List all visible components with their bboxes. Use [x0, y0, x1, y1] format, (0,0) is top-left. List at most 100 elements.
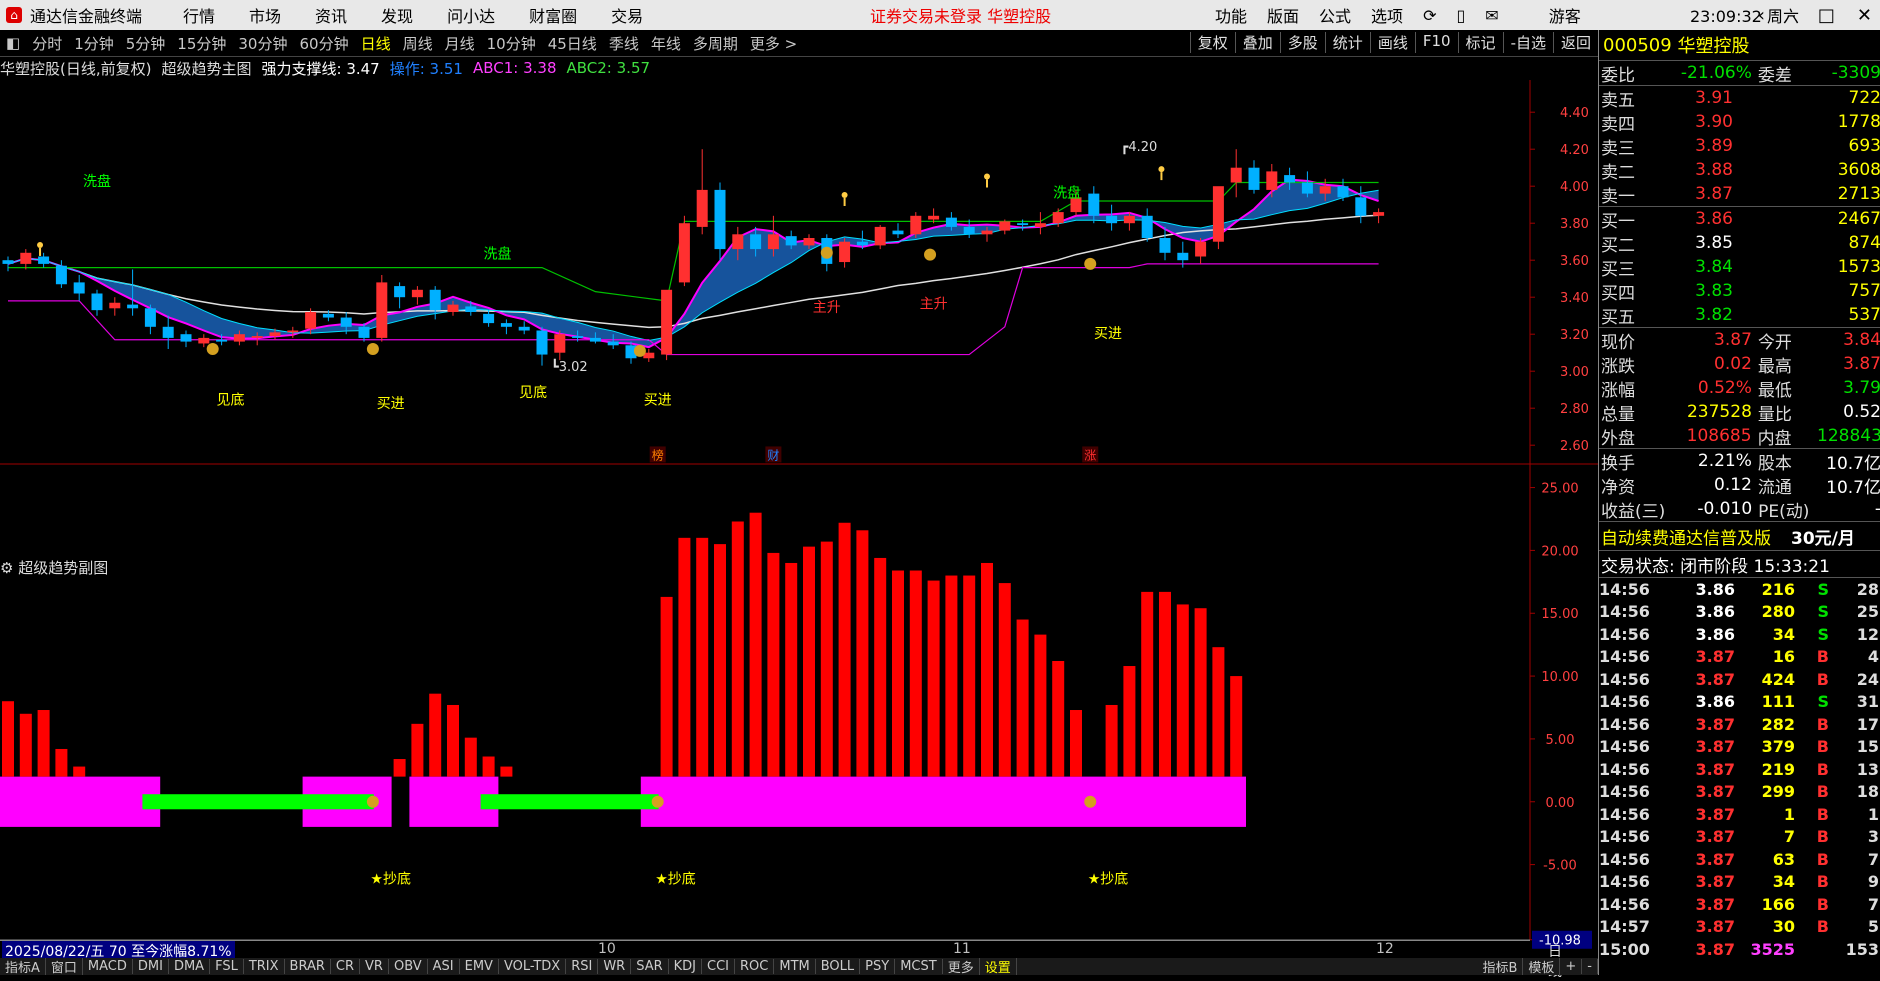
tick-side: S — [1817, 692, 1829, 712]
person-icon — [37, 241, 44, 248]
indicator-tab[interactable]: OBV — [389, 959, 428, 974]
book-row[interactable]: 卖四 3.90 1778 — [1599, 110, 1880, 135]
y-tick-label: 3.40 — [1560, 291, 1589, 306]
draw-button[interactable]: 画线 — [1369, 32, 1415, 53]
menu-options[interactable]: 选项 — [1371, 3, 1403, 27]
menu-item[interactable]: 市场 — [249, 3, 281, 27]
restore-rights-button[interactable]: 复权 — [1189, 32, 1235, 53]
close-icon[interactable]: ✕ — [1857, 5, 1872, 26]
indicator-tab[interactable]: ROC — [735, 959, 775, 974]
indicator-tab[interactable]: CCI — [702, 959, 736, 974]
menu-item[interactable]: 资讯 — [315, 3, 347, 27]
period-tab[interactable]: 1分钟 — [74, 33, 114, 54]
stats-button[interactable]: 统计 — [1324, 32, 1370, 53]
indicator-tab[interactable]: PSY — [860, 959, 896, 974]
indicator-tab[interactable]: VR — [360, 959, 389, 974]
indicator-tab[interactable]: ASI — [428, 959, 460, 974]
indicator-tab[interactable]: MACD — [83, 959, 133, 974]
menu-item[interactable]: 问小达 — [447, 3, 495, 27]
indicator-tab[interactable]: 更多 — [943, 958, 980, 975]
indicator-tab[interactable]: KDJ — [669, 959, 703, 974]
menu-function[interactable]: 功能 — [1215, 3, 1247, 27]
indicator-tab[interactable]: SAR — [631, 959, 669, 974]
period-tab[interactable]: 年线 — [651, 33, 681, 54]
book-row[interactable]: 买二 3.85 874 — [1599, 231, 1880, 256]
multi-stock-button[interactable]: 多股 — [1279, 32, 1325, 53]
candle-body — [1337, 186, 1349, 198]
book-row[interactable]: 卖三 3.89 693 — [1599, 134, 1880, 159]
indicator-tab[interactable]: DMI — [133, 959, 169, 974]
period-tab[interactable]: 分时 — [32, 33, 62, 54]
indicator-tab[interactable]: 模板 — [1523, 958, 1561, 975]
menu-item[interactable]: 交易 — [611, 3, 643, 27]
f10-button[interactable]: F10 — [1414, 32, 1458, 53]
period-tab[interactable]: 60分钟 — [299, 33, 348, 54]
period-tab[interactable]: 15分钟 — [177, 33, 226, 54]
book-row[interactable]: 买三 3.84 1573 — [1599, 255, 1880, 280]
mark-button[interactable]: 标记 — [1457, 32, 1503, 53]
user-label[interactable]: 游客 — [1549, 3, 1581, 27]
period-tab[interactable]: 45日线 — [548, 33, 597, 54]
indicator-tab[interactable]: 设置 — [980, 958, 1017, 975]
indicator-tab[interactable]: 指标B — [1477, 958, 1524, 975]
period-tab-more[interactable]: 更多 > — [750, 33, 797, 54]
period-tab[interactable]: 多周期 — [693, 33, 738, 54]
menu-layout[interactable]: 版面 — [1267, 3, 1299, 27]
menu-item[interactable]: 财富圈 — [529, 3, 577, 27]
menu-formula[interactable]: 公式 — [1319, 3, 1351, 27]
book-row[interactable]: 卖五 3.91 722 — [1599, 86, 1880, 111]
indicator-tab[interactable]: MCST — [895, 959, 943, 974]
indicator-tab[interactable]: 窗口 — [46, 958, 83, 975]
book-row[interactable]: 买一 3.86 2467 — [1599, 207, 1880, 232]
mail-icon[interactable]: ✉ — [1485, 6, 1498, 25]
phone-icon[interactable]: ▯ — [1456, 6, 1465, 25]
indicator-name[interactable]: 超级趋势主图 — [161, 58, 251, 79]
kline-chart[interactable]: 4.40 4.20 4.00 3.80 3.60 3.40 3.20 3.00 2.80 2.60… — [0, 80, 1598, 958]
remove-watchlist-button[interactable]: -自选 — [1502, 32, 1553, 53]
stat-value: 237528 — [1686, 402, 1752, 422]
ad-banner[interactable]: 自动续费通达信普及版 30元/月 — [1599, 521, 1880, 551]
minimize-icon[interactable]: – — [1787, 5, 1796, 26]
indicator-tab[interactable]: CR — [331, 959, 361, 974]
indicator-tab[interactable]: MTM — [774, 959, 816, 974]
period-tab[interactable]: 季线 — [609, 33, 639, 54]
moneybag-icon — [366, 343, 379, 355]
toolbar-toggle-icon[interactable]: ◧ — [6, 34, 20, 52]
back-button[interactable]: 返回 — [1552, 32, 1598, 53]
indicator-tab[interactable]: RSI — [566, 959, 599, 974]
refresh-icon[interactable]: ⟳ — [1423, 6, 1436, 25]
period-tab[interactable]: 5分钟 — [126, 33, 166, 54]
indicator-tab[interactable]: - — [1582, 959, 1598, 974]
indicator-tab[interactable]: TRIX — [244, 959, 285, 974]
indicator-tab[interactable]: BRAR — [285, 959, 331, 974]
tick-list[interactable]: 14:56 3.86 216 S 28 14:56 3.86 280 S 25 14:56 3.86 3… — [1599, 577, 1880, 961]
indicator-tab[interactable]: + — [1560, 959, 1583, 974]
indicator-tab[interactable]: VOL-TDX — [499, 959, 567, 974]
book-row[interactable]: 卖一 3.87 2713 — [1599, 182, 1880, 207]
overlay-button[interactable]: 叠加 — [1234, 32, 1280, 53]
login-warning[interactable]: 证券交易未登录 华塑控股 — [870, 3, 1051, 27]
tick-side: B — [1816, 737, 1829, 757]
menu-item[interactable]: 行情 — [183, 3, 215, 27]
indicator-tab[interactable]: WR — [598, 959, 632, 974]
period-tab[interactable]: 周线 — [403, 33, 433, 54]
book-row[interactable]: 买五 3.82 537 — [1599, 303, 1880, 328]
menu-item[interactable]: 发现 — [381, 3, 413, 27]
period-tab-active[interactable]: 日线 — [361, 33, 391, 54]
tick-side: B — [1816, 872, 1829, 892]
period-tab[interactable]: 10分钟 — [487, 33, 536, 54]
indicator-tab[interactable]: DMA — [169, 959, 211, 974]
maximize-icon[interactable]: □ — [1818, 5, 1835, 26]
indicator-tab[interactable]: 指标A — [0, 958, 46, 975]
book-row[interactable]: 买四 3.83 757 — [1599, 279, 1880, 304]
period-tab[interactable]: 月线 — [445, 33, 475, 54]
sub-indicator-title[interactable]: ⚙ 超级趋势副图 — [0, 557, 108, 578]
period-tab[interactable]: 30分钟 — [238, 33, 287, 54]
strength-bar — [1212, 647, 1225, 777]
indicator-tab[interactable]: EMV — [460, 959, 499, 974]
stat-row: 换手 2.21% 股本 10.7亿 — [1599, 449, 1880, 474]
book-row[interactable]: 卖二 3.88 3608 — [1599, 158, 1880, 183]
indicator-tab[interactable]: FSL — [210, 959, 244, 974]
back-icon[interactable]: ‹ — [1758, 5, 1765, 26]
indicator-tab[interactable]: BOLL — [816, 959, 861, 974]
